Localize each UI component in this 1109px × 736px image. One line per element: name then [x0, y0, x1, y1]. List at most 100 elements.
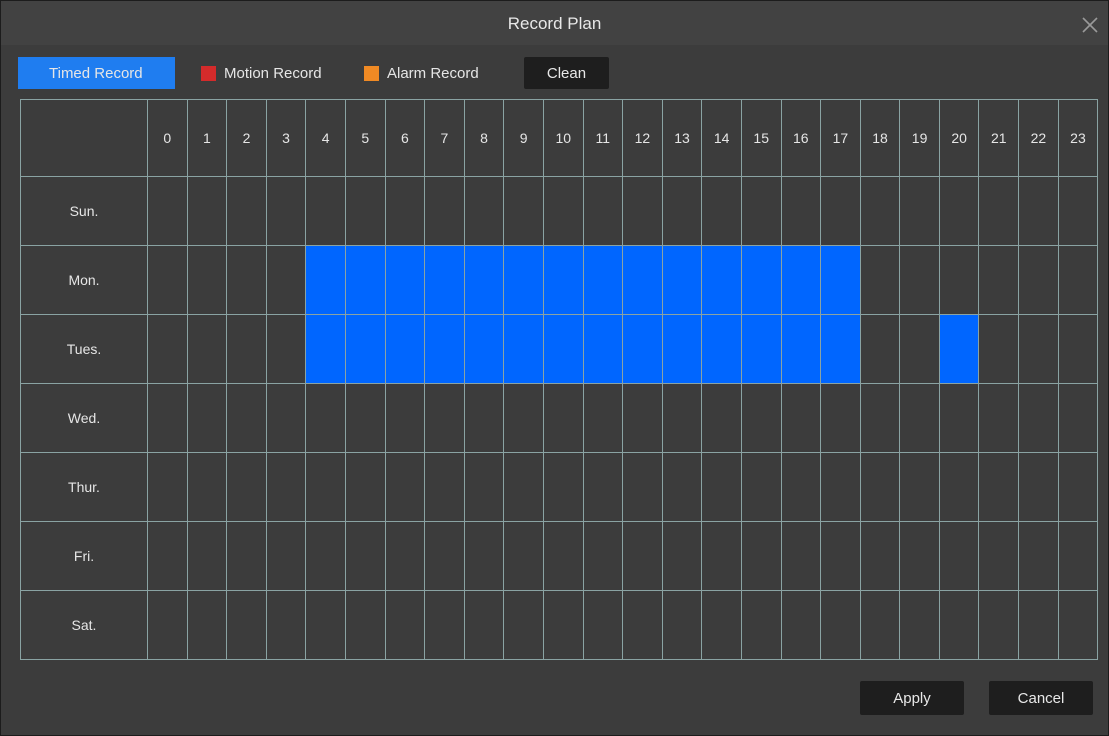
- schedule-cell[interactable]: [305, 521, 346, 591]
- hour-header[interactable]: 15: [740, 99, 782, 177]
- schedule-cell[interactable]: [503, 314, 544, 384]
- schedule-cell[interactable]: [542, 521, 584, 591]
- hour-header[interactable]: 10: [542, 99, 584, 177]
- schedule-cell[interactable]: [978, 176, 1020, 246]
- schedule-cell[interactable]: [265, 176, 307, 246]
- schedule-cell[interactable]: [582, 314, 624, 384]
- schedule-cell[interactable]: [582, 383, 624, 453]
- schedule-cell[interactable]: [780, 590, 822, 660]
- schedule-cell[interactable]: [265, 521, 307, 591]
- schedule-cell[interactable]: [463, 590, 505, 660]
- schedule-cell[interactable]: [899, 314, 940, 384]
- hour-header[interactable]: 20: [938, 99, 980, 177]
- schedule-cell[interactable]: [978, 590, 1020, 660]
- schedule-cell[interactable]: [265, 314, 307, 384]
- schedule-cell[interactable]: [186, 245, 228, 315]
- schedule-cell[interactable]: [463, 452, 505, 522]
- schedule-cell[interactable]: [344, 383, 386, 453]
- schedule-cell[interactable]: [1057, 590, 1099, 660]
- schedule-cell[interactable]: [582, 452, 624, 522]
- schedule-cell[interactable]: [344, 590, 386, 660]
- schedule-cell[interactable]: [147, 176, 188, 246]
- cancel-button[interactable]: Cancel: [989, 681, 1093, 715]
- schedule-cell[interactable]: [384, 521, 426, 591]
- schedule-cell[interactable]: [820, 452, 861, 522]
- schedule-cell[interactable]: [226, 245, 267, 315]
- schedule-cell[interactable]: [503, 176, 544, 246]
- schedule-cell[interactable]: [899, 452, 940, 522]
- schedule-cell[interactable]: [859, 590, 901, 660]
- schedule-cell[interactable]: [226, 521, 267, 591]
- hour-header[interactable]: 7: [424, 99, 465, 177]
- schedule-cell[interactable]: [701, 521, 742, 591]
- schedule-cell[interactable]: [780, 176, 822, 246]
- schedule-cell[interactable]: [859, 314, 901, 384]
- schedule-cell[interactable]: [186, 521, 228, 591]
- schedule-cell[interactable]: [1057, 245, 1099, 315]
- schedule-cell[interactable]: [978, 452, 1020, 522]
- schedule-cell[interactable]: [384, 176, 426, 246]
- schedule-cell[interactable]: [305, 590, 346, 660]
- schedule-cell[interactable]: [226, 314, 267, 384]
- schedule-cell[interactable]: [147, 452, 188, 522]
- schedule-cell[interactable]: [265, 245, 307, 315]
- hour-header[interactable]: 21: [978, 99, 1020, 177]
- hour-header[interactable]: 18: [859, 99, 901, 177]
- schedule-cell[interactable]: [661, 314, 703, 384]
- schedule-cell[interactable]: [186, 314, 228, 384]
- schedule-cell[interactable]: [384, 590, 426, 660]
- schedule-cell[interactable]: [463, 521, 505, 591]
- schedule-cell[interactable]: [424, 521, 465, 591]
- schedule-cell[interactable]: [384, 245, 426, 315]
- schedule-cell[interactable]: [859, 245, 901, 315]
- hour-header[interactable]: 9: [503, 99, 544, 177]
- hour-header[interactable]: 17: [820, 99, 861, 177]
- schedule-cell[interactable]: [780, 314, 822, 384]
- schedule-cell[interactable]: [305, 383, 346, 453]
- schedule-cell[interactable]: [305, 176, 346, 246]
- day-label[interactable]: Wed.: [20, 383, 148, 453]
- hour-header[interactable]: 4: [305, 99, 346, 177]
- schedule-cell[interactable]: [265, 383, 307, 453]
- hour-header[interactable]: 13: [661, 99, 703, 177]
- schedule-cell[interactable]: [661, 383, 703, 453]
- schedule-cell[interactable]: [701, 383, 742, 453]
- schedule-cell[interactable]: [1018, 452, 1059, 522]
- alarm-record-button[interactable]: Alarm Record: [356, 57, 501, 89]
- schedule-cell[interactable]: [780, 383, 822, 453]
- schedule-cell[interactable]: [463, 383, 505, 453]
- hour-header[interactable]: 1: [186, 99, 228, 177]
- schedule-cell[interactable]: [503, 452, 544, 522]
- schedule-cell[interactable]: [384, 452, 426, 522]
- schedule-cell[interactable]: [344, 314, 386, 384]
- schedule-cell[interactable]: [344, 176, 386, 246]
- schedule-cell[interactable]: [424, 176, 465, 246]
- schedule-cell[interactable]: [424, 245, 465, 315]
- schedule-cell[interactable]: [938, 176, 980, 246]
- hour-header[interactable]: 22: [1018, 99, 1059, 177]
- schedule-cell[interactable]: [899, 590, 940, 660]
- schedule-cell[interactable]: [978, 314, 1020, 384]
- day-label[interactable]: Mon.: [20, 245, 148, 315]
- hour-header[interactable]: 6: [384, 99, 426, 177]
- schedule-cell[interactable]: [344, 245, 386, 315]
- schedule-cell[interactable]: [938, 314, 980, 384]
- hour-header[interactable]: 11: [582, 99, 624, 177]
- schedule-cell[interactable]: [424, 314, 465, 384]
- schedule-cell[interactable]: [463, 314, 505, 384]
- schedule-cell[interactable]: [820, 314, 861, 384]
- day-label[interactable]: Thur.: [20, 452, 148, 522]
- day-label[interactable]: Fri.: [20, 521, 148, 591]
- schedule-cell[interactable]: [384, 383, 426, 453]
- schedule-cell[interactable]: [147, 314, 188, 384]
- schedule-cell[interactable]: [740, 590, 782, 660]
- schedule-cell[interactable]: [820, 590, 861, 660]
- schedule-cell[interactable]: [582, 176, 624, 246]
- schedule-cell[interactable]: [1018, 383, 1059, 453]
- schedule-cell[interactable]: [859, 176, 901, 246]
- schedule-cell[interactable]: [622, 521, 663, 591]
- schedule-cell[interactable]: [661, 452, 703, 522]
- schedule-cell[interactable]: [1057, 521, 1099, 591]
- schedule-cell[interactable]: [226, 383, 267, 453]
- schedule-cell[interactable]: [147, 590, 188, 660]
